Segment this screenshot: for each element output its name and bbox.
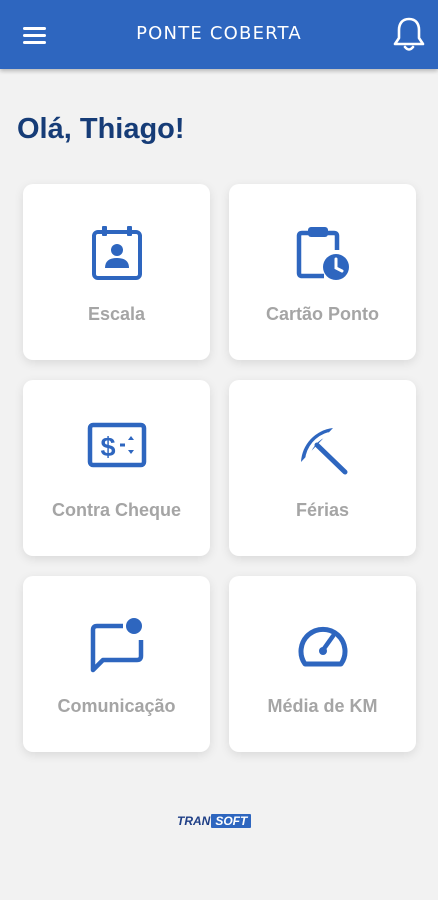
greeting-title: Olá, Thiago! bbox=[17, 113, 185, 145]
card-media-de-km[interactable]: Média de KM bbox=[229, 576, 416, 752]
card-label: Cartão Ponto bbox=[265, 304, 379, 324]
paycheck-icon: $ bbox=[87, 422, 146, 468]
card-label: Escala bbox=[87, 304, 146, 324]
card-escala[interactable]: Escala bbox=[23, 184, 210, 360]
card-contra-cheque[interactable]: $ Contra Cheque bbox=[23, 380, 210, 556]
clipboard-clock-icon bbox=[296, 227, 349, 280]
card-label: Contra Cheque bbox=[51, 500, 181, 520]
speedometer-icon bbox=[298, 626, 347, 667]
card-label: Férias bbox=[295, 500, 350, 520]
beach-umbrella-icon bbox=[300, 428, 347, 475]
notifications-button[interactable] bbox=[390, 14, 428, 54]
card-ferias[interactable]: Férias bbox=[229, 380, 416, 556]
bell-icon bbox=[393, 17, 425, 51]
badge-calendar-icon bbox=[91, 226, 142, 280]
card-cartao-ponto[interactable]: Cartão Ponto bbox=[229, 184, 416, 360]
brand-logo: TRAN SOFT bbox=[177, 813, 265, 829]
card-comunicacao[interactable]: Comunicação bbox=[23, 576, 210, 752]
app-title: PONTE COBERTA bbox=[136, 23, 302, 44]
brand-logo-part: TRAN bbox=[177, 814, 211, 828]
card-label: Média de KM bbox=[267, 696, 378, 716]
svg-text:$: $ bbox=[100, 432, 115, 462]
top-app-bar: PONTE COBERTA bbox=[0, 0, 438, 69]
card-label: Comunicação bbox=[57, 696, 176, 716]
chat-notification-icon bbox=[90, 618, 143, 673]
brand-logo-part: SOFT bbox=[211, 814, 252, 828]
